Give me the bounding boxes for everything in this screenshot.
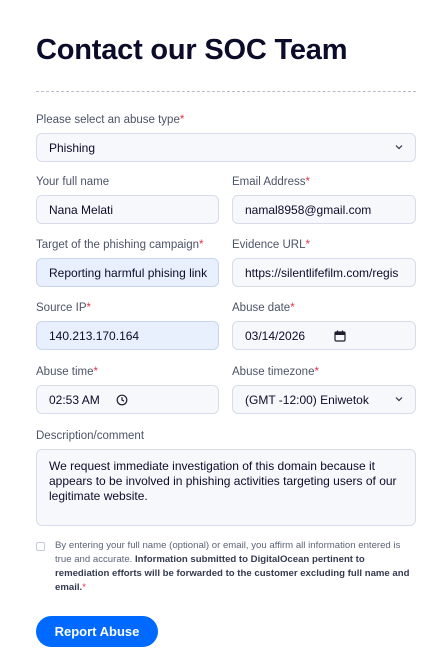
abuse-type-label: Please select an abuse type*	[36, 114, 185, 126]
abuse-timezone-select[interactable]: (GMT -12:00) Eniwetok	[232, 385, 416, 414]
abuse-date-input[interactable]: 03/14/2026	[232, 321, 416, 350]
full-name-value: Nana Melati	[49, 202, 114, 217]
description-label: Description/comment	[36, 430, 145, 442]
source-ip-label: Source IP*	[36, 302, 91, 314]
evidence-url-label: Evidence URL*	[232, 239, 310, 251]
abuse-date-label: Abuse date*	[232, 302, 295, 314]
chevron-down-icon	[395, 397, 403, 402]
section-divider	[36, 91, 416, 92]
page-title: Contact our SOC Team	[36, 34, 348, 66]
email-label: Email Address*	[232, 176, 310, 188]
abuse-type-value: Phishing	[49, 140, 96, 155]
target-label: Target of the phishing campaign*	[36, 239, 204, 251]
abuse-timezone-label: Abuse timezone*	[232, 366, 319, 378]
abuse-date-value: 03/14/2026	[245, 328, 306, 343]
target-input[interactable]: Reporting harmful phising link	[36, 258, 219, 287]
abuse-time-input[interactable]: 02:53 AM	[36, 385, 219, 414]
abuse-time-value: 02:53 AM	[49, 392, 100, 407]
full-name-input[interactable]: Nana Melati	[36, 195, 219, 224]
consent-checkbox[interactable]	[36, 542, 45, 551]
source-ip-input[interactable]: 140.213.170.164	[36, 321, 219, 350]
full-name-label: Your full name	[36, 176, 110, 188]
clock-icon[interactable]	[116, 394, 128, 406]
report-abuse-button[interactable]: Report Abuse	[36, 616, 158, 647]
source-ip-value: 140.213.170.164	[49, 328, 140, 343]
email-input[interactable]: namal8958@gmail.com	[232, 195, 416, 224]
description-value: We request immediate investigation of th…	[49, 459, 397, 503]
abuse-type-select[interactable]: Phishing	[36, 133, 416, 162]
abuse-time-label: Abuse time*	[36, 366, 99, 378]
evidence-url-input[interactable]: https://silentlifefilm.com/regis	[232, 258, 416, 287]
abuse-timezone-value: (GMT -12:00) Eniwetok	[245, 392, 369, 407]
description-textarea[interactable]: We request immediate investigation of th…	[36, 449, 416, 526]
chevron-down-icon	[395, 145, 403, 150]
evidence-url-value: https://silentlifefilm.com/regis	[245, 265, 399, 280]
calendar-icon[interactable]	[334, 330, 346, 342]
target-value: Reporting harmful phising link	[49, 265, 208, 280]
consent-text: By entering your full name (optional) or…	[55, 540, 410, 593]
email-value: namal8958@gmail.com	[245, 202, 372, 217]
